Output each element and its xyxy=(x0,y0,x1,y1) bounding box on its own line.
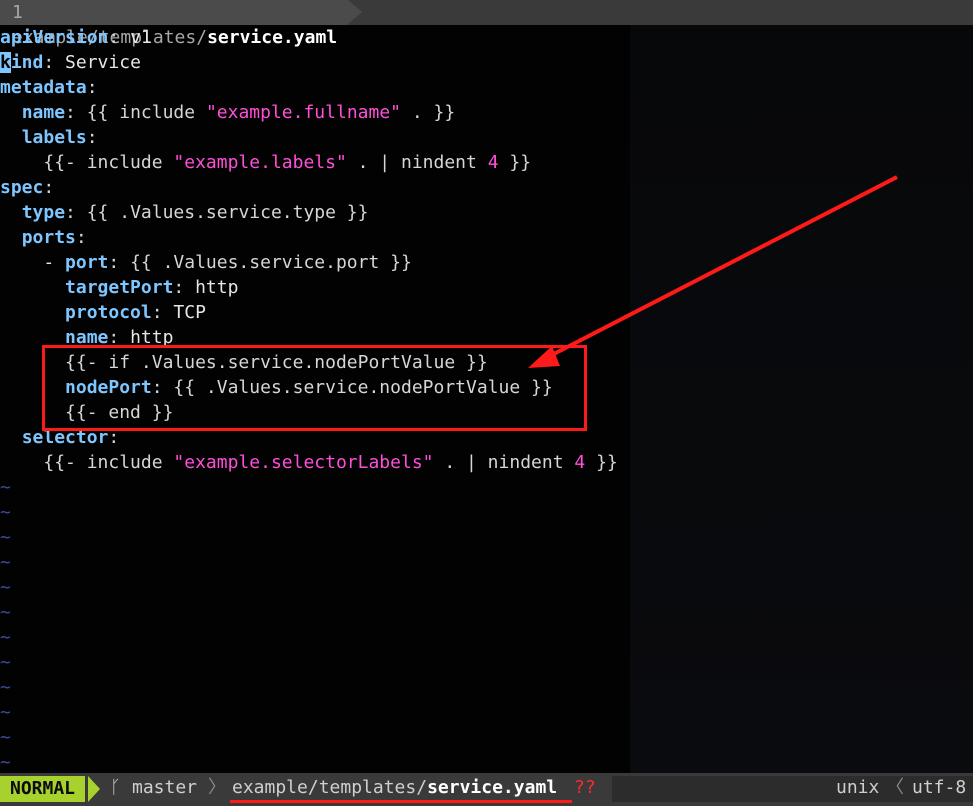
vim-window: 1 example/templates/service.yaml apiVers… xyxy=(0,0,973,806)
statusline-file-path: example/templates/service.yaml xyxy=(232,773,557,803)
git-branch-icon: ᚴ xyxy=(110,777,121,798)
mode-separator-arrow xyxy=(88,776,100,802)
file-name: service.yaml xyxy=(427,777,558,798)
mode-indicator: NORMAL xyxy=(0,776,86,802)
file-format: unix xyxy=(836,777,880,798)
git-branch-name: master xyxy=(132,777,198,798)
statusline-separator-right: 〈 xyxy=(886,777,904,798)
modified-flag: ?? xyxy=(574,777,596,798)
annotation-underline xyxy=(230,800,572,803)
file-directory: example/templates/ xyxy=(232,777,428,798)
file-encoding: utf-8 xyxy=(912,777,967,798)
annotation-arrow xyxy=(528,175,898,368)
statusline: NORMAL ᚴ master 〉 example/templates/serv… xyxy=(0,773,973,806)
statusline-separator-left: 〉 xyxy=(208,777,226,798)
